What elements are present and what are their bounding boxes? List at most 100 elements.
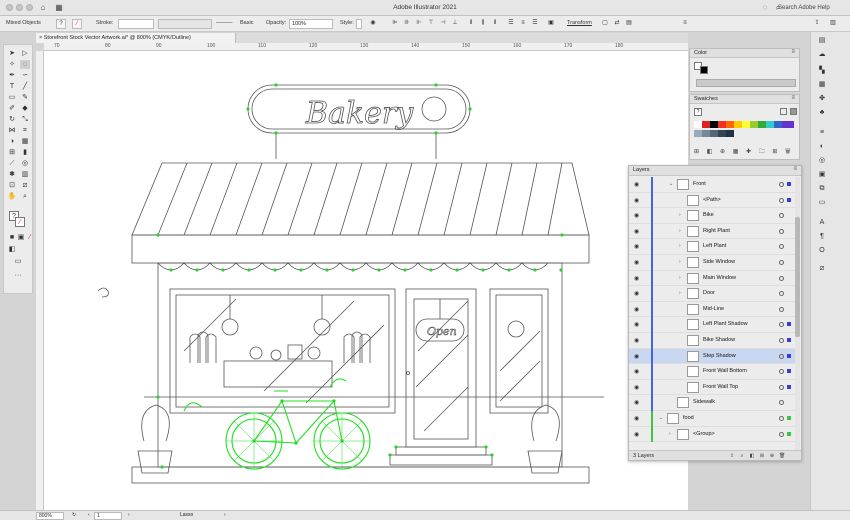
swatches-icon[interactable]: ▦ [817, 80, 827, 90]
clipping-mask-icon[interactable]: ◧ [749, 453, 755, 459]
align-right-icon[interactable]: ⊩ [414, 19, 424, 29]
target-circle-icon[interactable] [779, 322, 784, 328]
artboard-number-field[interactable]: 1 [94, 512, 122, 520]
color-spectrum-bar[interactable] [696, 79, 796, 87]
layer-name[interactable]: Bike [703, 212, 714, 218]
appearance-icon[interactable]: ◎ [817, 156, 827, 166]
distribute-center-icon[interactable]: ⫼ [478, 19, 488, 29]
selection-indicator[interactable] [787, 384, 791, 389]
target-circle-icon[interactable] [779, 291, 784, 297]
shaper-tool-icon[interactable]: ✐ [7, 104, 17, 113]
selection-indicator[interactable] [787, 369, 791, 374]
swatch-row[interactable] [694, 121, 794, 128]
align-center-icon[interactable]: ⊪ [402, 19, 412, 29]
vertical-ruler[interactable] [36, 51, 44, 510]
free-transform-tool-icon[interactable]: ⌗ [20, 126, 30, 135]
learn-icon[interactable]: ◌ [760, 3, 770, 13]
gradient-tool-icon[interactable]: ▮ [20, 148, 30, 157]
layer-row[interactable]: ◉ › Right Plant [629, 223, 795, 240]
isolate-group-icon[interactable]: ▢ [600, 19, 610, 29]
selection-indicator[interactable] [787, 431, 791, 436]
paintbrush-tool-icon[interactable]: ✎ [20, 93, 30, 102]
layer-name[interactable]: <Path> [703, 197, 721, 203]
visibility-eye-icon[interactable]: ◉ [634, 228, 639, 235]
width-tool-icon[interactable]: ⋈ [7, 126, 17, 135]
target-circle-icon[interactable] [779, 384, 784, 390]
selection-indicator[interactable] [787, 322, 791, 327]
layer-row[interactable]: ◉ › Side Window [629, 255, 795, 271]
expand-arrow-icon[interactable]: › [679, 290, 681, 296]
character-icon[interactable]: A [817, 218, 827, 228]
layer-name[interactable]: food [683, 415, 694, 421]
align-left-icon[interactable]: ⊫ [390, 19, 400, 29]
visibility-eye-icon[interactable]: ◉ [634, 415, 639, 422]
visibility-eye-icon[interactable]: ◉ [634, 243, 639, 250]
symbol-sprayer-tool-icon[interactable]: ✱ [7, 170, 17, 179]
layer-row[interactable]: ◉ ⌄ Front [629, 177, 795, 193]
swatch-list-view-icon[interactable] [780, 108, 787, 115]
visibility-eye-icon[interactable]: ◉ [634, 399, 639, 406]
layer-name[interactable]: Right Plant [703, 228, 730, 234]
layers-scroll-thumb[interactable] [795, 217, 800, 337]
color-panel-menu-icon[interactable]: ≡ [791, 49, 795, 55]
properties-icon[interactable]: ▤ [817, 36, 827, 46]
expand-arrow-icon[interactable]: › [679, 275, 681, 281]
visibility-eye-icon[interactable]: ◉ [634, 306, 639, 313]
direct-selection-tool-icon[interactable]: ▷ [20, 49, 30, 58]
target-circle-icon[interactable] [779, 338, 784, 343]
layer-name[interactable]: Step Shadow [703, 353, 736, 359]
workspace-icon[interactable]: ▥ [828, 19, 838, 29]
lasso-tool-icon[interactable]: ◌ [20, 60, 30, 69]
selection-indicator[interactable] [787, 353, 791, 358]
none-mode-icon[interactable]: ⁄ [25, 233, 35, 242]
artboard-canvas[interactable]: Bakery Open [44, 51, 688, 510]
target-circle-icon[interactable] [779, 431, 784, 437]
expand-arrow-icon[interactable]: ⌄ [659, 415, 663, 421]
panel-menu-icon[interactable]: ≡ [680, 19, 690, 29]
swatches-panel-menu-icon[interactable]: ≡ [791, 95, 795, 101]
layer-row[interactable]: ◉ <Path> [629, 192, 795, 209]
blend-tool-icon[interactable]: ◎ [20, 159, 30, 168]
distribute-top-icon[interactable]: ☰ [506, 19, 516, 29]
next-artboard-icon[interactable]: › [126, 512, 132, 520]
expand-arrow-icon[interactable]: › [679, 259, 681, 265]
layer-row[interactable]: ◉ ⌄ food [629, 411, 795, 427]
target-circle-icon[interactable] [779, 369, 784, 375]
visibility-eye-icon[interactable]: ◉ [634, 431, 639, 438]
visibility-eye-icon[interactable]: ◉ [634, 337, 639, 344]
layer-row[interactable]: ◉ › Door [629, 286, 795, 302]
distribute-right-icon[interactable]: ⫴ [490, 19, 500, 29]
close-tab-icon[interactable]: × [39, 35, 42, 41]
stroke-swatch[interactable]: ⁄ [72, 19, 82, 29]
stroke-icon[interactable]: ≡ [817, 128, 827, 138]
fill-swatch[interactable]: ? [56, 19, 66, 29]
target-circle-icon[interactable] [779, 228, 784, 234]
asset-export-icon[interactable]: ⧄ [817, 264, 827, 274]
shape-builder-tool-icon[interactable]: ◑ [7, 137, 17, 146]
layer-name[interactable]: Front Wall Top [703, 384, 738, 390]
transform-link[interactable]: Transform [567, 20, 592, 26]
scale-tool-icon[interactable]: ⤡ [20, 115, 30, 124]
paragraph-icon[interactable]: ¶ [817, 232, 827, 242]
target-circle-icon[interactable] [779, 260, 784, 265]
symbols-icon[interactable]: ♣ [817, 108, 827, 118]
selection-indicator[interactable] [787, 182, 791, 186]
visibility-eye-icon[interactable]: ◉ [634, 275, 639, 282]
layer-row[interactable]: ◉ Step Shadow [629, 348, 795, 365]
draw-normal-icon[interactable]: ◧ [7, 245, 17, 254]
column-graph-tool-icon[interactable]: ▥ [20, 170, 30, 179]
layer-name[interactable]: Bike Shadow [703, 337, 735, 343]
artboard-tool-icon[interactable]: ⊡ [7, 181, 17, 190]
visibility-eye-icon[interactable]: ◉ [634, 368, 639, 375]
target-circle-icon[interactable] [779, 416, 784, 421]
visibility-eye-icon[interactable]: ◉ [634, 321, 639, 328]
layer-name[interactable]: <Group> [693, 431, 715, 437]
expand-arrow-icon[interactable]: › [679, 212, 681, 218]
prev-artboard-icon[interactable]: ‹ [86, 512, 92, 520]
expand-arrow-icon[interactable]: ⌄ [669, 181, 673, 187]
visibility-eye-icon[interactable]: ◉ [634, 212, 639, 219]
expand-arrow-icon[interactable]: › [679, 243, 681, 249]
distribute-left-icon[interactable]: ⫴ [466, 19, 476, 29]
layer-name[interactable]: Left Plant [703, 243, 726, 249]
document-tab[interactable]: × Storefront Stock Vector Artwork.ai* @ … [36, 33, 236, 43]
